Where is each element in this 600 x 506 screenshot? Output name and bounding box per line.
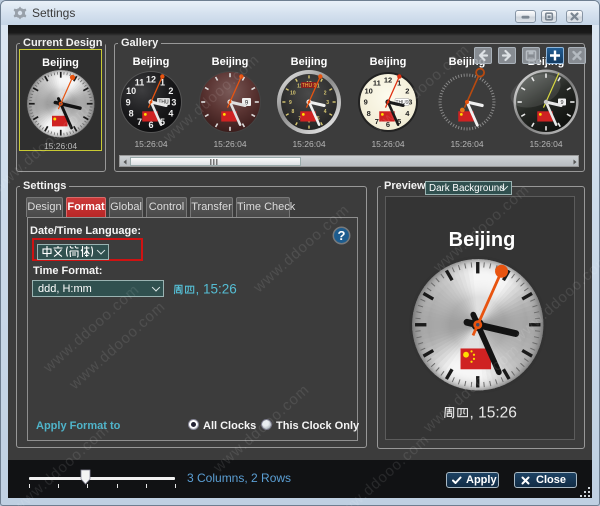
svg-text:3: 3 (326, 100, 329, 106)
svg-text:10: 10 (364, 87, 372, 96)
svg-text:6: 6 (148, 120, 153, 130)
svg-text:11: 11 (373, 78, 381, 87)
svg-text:9: 9 (126, 97, 131, 107)
svg-text:8: 8 (367, 109, 371, 118)
svg-text:4: 4 (324, 109, 327, 115)
svg-text:3: 3 (171, 97, 176, 107)
svg-text:, 15:26: , 15:26 (195, 284, 236, 296)
svg-text:2: 2 (168, 86, 173, 96)
svg-text:4: 4 (168, 109, 173, 119)
svg-text:2: 2 (324, 91, 327, 97)
svg-text:12: 12 (384, 75, 392, 84)
svg-text:9: 9 (289, 100, 292, 106)
svg-text:11: 11 (135, 77, 145, 87)
svg-text:7: 7 (375, 117, 379, 126)
svg-text:10: 10 (290, 91, 296, 97)
svg-text:12: 12 (146, 74, 156, 84)
svg-text:, 15:26: , 15:26 (469, 406, 516, 420)
svg-text:9: 9 (364, 98, 368, 107)
svg-text:2: 2 (405, 87, 409, 96)
svg-text:THU 9: THU 9 (302, 83, 317, 89)
svg-text:8: 8 (292, 109, 295, 115)
svg-text:7: 7 (137, 117, 142, 127)
svg-text:?: ? (338, 228, 346, 243)
svg-text:8: 8 (129, 109, 134, 119)
